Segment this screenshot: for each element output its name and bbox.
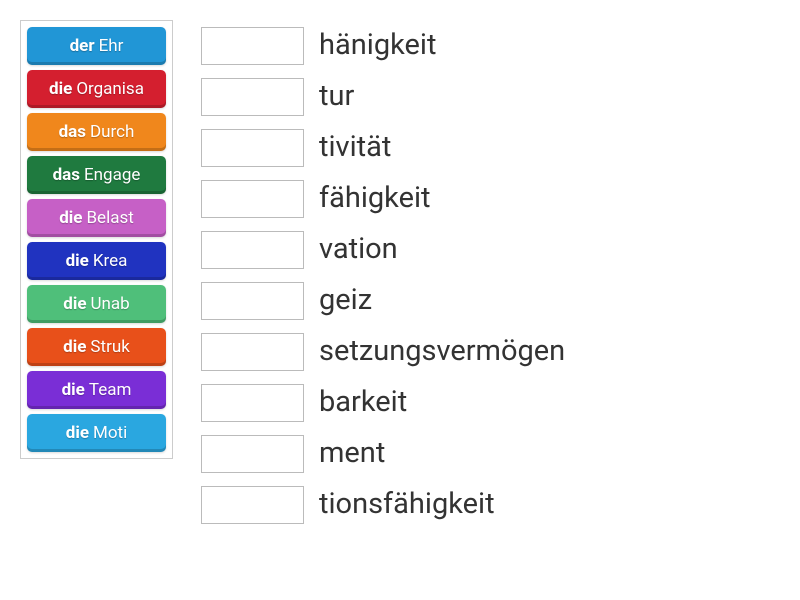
- drag-tile[interactable]: die Organisa: [27, 70, 166, 108]
- tile-stem: Belast: [86, 208, 133, 228]
- tile-bank: der Ehr die Organisa das Durch das Engag…: [20, 20, 173, 459]
- drag-tile[interactable]: das Durch: [27, 113, 166, 151]
- answer-row: ment: [201, 428, 565, 479]
- tile-article: die: [62, 380, 85, 400]
- drag-tile[interactable]: die Team: [27, 371, 166, 409]
- drop-slot[interactable]: [201, 180, 304, 218]
- answer-row: hänigkeit: [201, 20, 565, 71]
- drag-tile[interactable]: die Struk: [27, 328, 166, 366]
- drag-tile[interactable]: die Belast: [27, 199, 166, 237]
- answer-row: geiz: [201, 275, 565, 326]
- word-suffix: fähigkeit: [319, 184, 431, 213]
- activity-container: der Ehr die Organisa das Durch das Engag…: [20, 20, 780, 530]
- word-suffix: tionsfähigkeit: [319, 490, 495, 519]
- drop-slot[interactable]: [201, 231, 304, 269]
- drop-slot[interactable]: [201, 78, 304, 116]
- tile-article: das: [53, 165, 80, 185]
- word-suffix: hänigkeit: [319, 31, 436, 60]
- tile-stem: Ehr: [99, 36, 124, 56]
- word-suffix: tur: [319, 82, 354, 111]
- answer-row: setzungsvermögen: [201, 326, 565, 377]
- tile-stem: Durch: [90, 122, 134, 142]
- drop-slot[interactable]: [201, 384, 304, 422]
- tile-stem: Moti: [93, 423, 127, 443]
- tile-stem: Unab: [91, 294, 130, 314]
- drop-slot[interactable]: [201, 486, 304, 524]
- drag-tile[interactable]: das Engage: [27, 156, 166, 194]
- answer-row: fähigkeit: [201, 173, 565, 224]
- answer-row: tionsfähigkeit: [201, 479, 565, 530]
- tile-article: das: [59, 122, 86, 142]
- answer-row: barkeit: [201, 377, 565, 428]
- drag-tile[interactable]: die Unab: [27, 285, 166, 323]
- drop-slot[interactable]: [201, 435, 304, 473]
- tile-stem: Struk: [90, 337, 129, 357]
- drag-tile[interactable]: die Krea: [27, 242, 166, 280]
- tile-article: der: [70, 36, 95, 56]
- drop-slot[interactable]: [201, 129, 304, 167]
- tile-article: die: [66, 423, 89, 443]
- tile-stem: Organisa: [76, 79, 144, 99]
- drop-slot[interactable]: [201, 282, 304, 320]
- tile-article: die: [63, 294, 86, 314]
- answer-row: tivität: [201, 122, 565, 173]
- tile-article: die: [59, 208, 82, 228]
- tile-stem: Engage: [84, 165, 140, 185]
- tile-article: die: [66, 251, 89, 271]
- word-suffix: barkeit: [319, 388, 407, 417]
- answer-row: vation: [201, 224, 565, 275]
- drop-slot[interactable]: [201, 27, 304, 65]
- answer-row: tur: [201, 71, 565, 122]
- tile-stem: Team: [89, 380, 132, 400]
- tile-stem: Krea: [93, 251, 128, 271]
- tile-article: die: [63, 337, 86, 357]
- tile-article: die: [49, 79, 72, 99]
- word-suffix: tivität: [319, 133, 391, 162]
- answer-column: hänigkeit tur tivität fähigkeit vation g…: [201, 20, 565, 530]
- drag-tile[interactable]: der Ehr: [27, 27, 166, 65]
- word-suffix: vation: [319, 235, 398, 264]
- word-suffix: geiz: [319, 286, 372, 315]
- drop-slot[interactable]: [201, 333, 304, 371]
- word-suffix: ment: [319, 439, 385, 468]
- word-suffix: setzungsvermögen: [319, 337, 565, 366]
- drag-tile[interactable]: die Moti: [27, 414, 166, 452]
